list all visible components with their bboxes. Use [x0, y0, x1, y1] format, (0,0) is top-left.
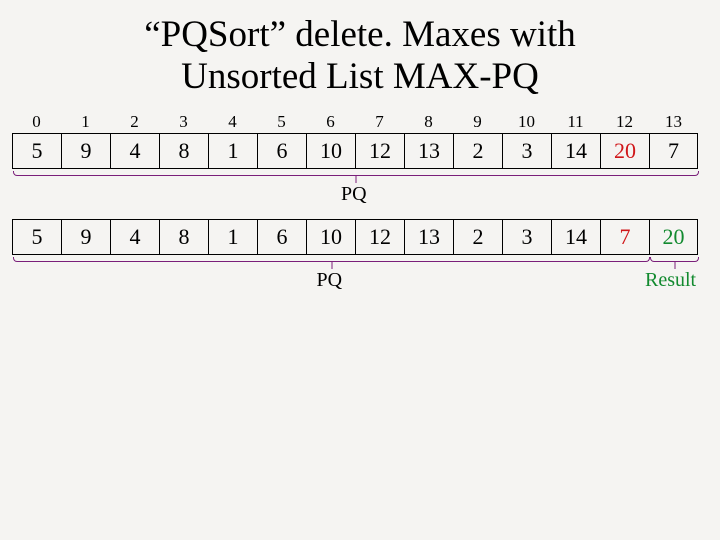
- index-cell: 7: [355, 111, 404, 133]
- index-cell: 0: [12, 111, 61, 133]
- array-row-2: 5948161012132314720: [12, 219, 698, 255]
- array-row-1: 5948161012132314207: [12, 133, 698, 169]
- title-line-2: Unsorted List MAX-PQ: [181, 56, 539, 97]
- index-cell: 1: [61, 111, 110, 133]
- array-cell: 6: [257, 133, 306, 169]
- pq-bracket-1: [13, 171, 699, 176]
- array-cell: 13: [404, 219, 453, 255]
- array-cell: 12: [355, 133, 404, 169]
- array-cell: 2: [453, 219, 502, 255]
- array-cell: 5: [12, 133, 61, 169]
- array-cell: 7: [649, 133, 698, 169]
- array-cell: 3: [502, 133, 551, 169]
- index-cell: 9: [453, 111, 502, 133]
- index-cell: 10: [502, 111, 551, 133]
- array-cell: 14: [551, 219, 600, 255]
- index-cell: 13: [649, 111, 698, 133]
- array-cell: 13: [404, 133, 453, 169]
- array-cell: 9: [61, 133, 110, 169]
- index-cell: 6: [306, 111, 355, 133]
- array-cell: 6: [257, 219, 306, 255]
- array-cell: 12: [355, 219, 404, 255]
- array-cell: 8: [159, 219, 208, 255]
- index-cell: 8: [404, 111, 453, 133]
- pq-label-1: PQ: [341, 183, 367, 206]
- index-cell: 3: [159, 111, 208, 133]
- title-line-1: “PQSort” delete. Maxes with: [144, 14, 576, 55]
- pq-bracket-2: [13, 257, 650, 262]
- array-cell: 8: [159, 133, 208, 169]
- result-bracket: [650, 257, 699, 262]
- array-cell: 1: [208, 133, 257, 169]
- array-cell: 20: [649, 219, 698, 255]
- slide: “PQSort” delete. Maxes with Unsorted Lis…: [0, 0, 720, 540]
- array-cell: 14: [551, 133, 600, 169]
- array-cell: 2: [453, 133, 502, 169]
- index-row: 012345678910111213: [12, 111, 698, 133]
- array-cell: 20: [600, 133, 649, 169]
- array-cell: 10: [306, 219, 355, 255]
- index-cell: 12: [600, 111, 649, 133]
- index-cell: 5: [257, 111, 306, 133]
- result-label: Result: [645, 269, 696, 292]
- array-cell: 5: [12, 219, 61, 255]
- index-cell: 11: [551, 111, 600, 133]
- index-cell: 2: [110, 111, 159, 133]
- array-cell: 1: [208, 219, 257, 255]
- index-cell: 4: [208, 111, 257, 133]
- array-cell: 9: [61, 219, 110, 255]
- array-cell: 7: [600, 219, 649, 255]
- array-cell: 4: [110, 133, 159, 169]
- pq-label-2: PQ: [317, 269, 343, 292]
- array-cell: 3: [502, 219, 551, 255]
- slide-title: “PQSort” delete. Maxes with Unsorted Lis…: [0, 14, 720, 98]
- array-cell: 4: [110, 219, 159, 255]
- array-cell: 10: [306, 133, 355, 169]
